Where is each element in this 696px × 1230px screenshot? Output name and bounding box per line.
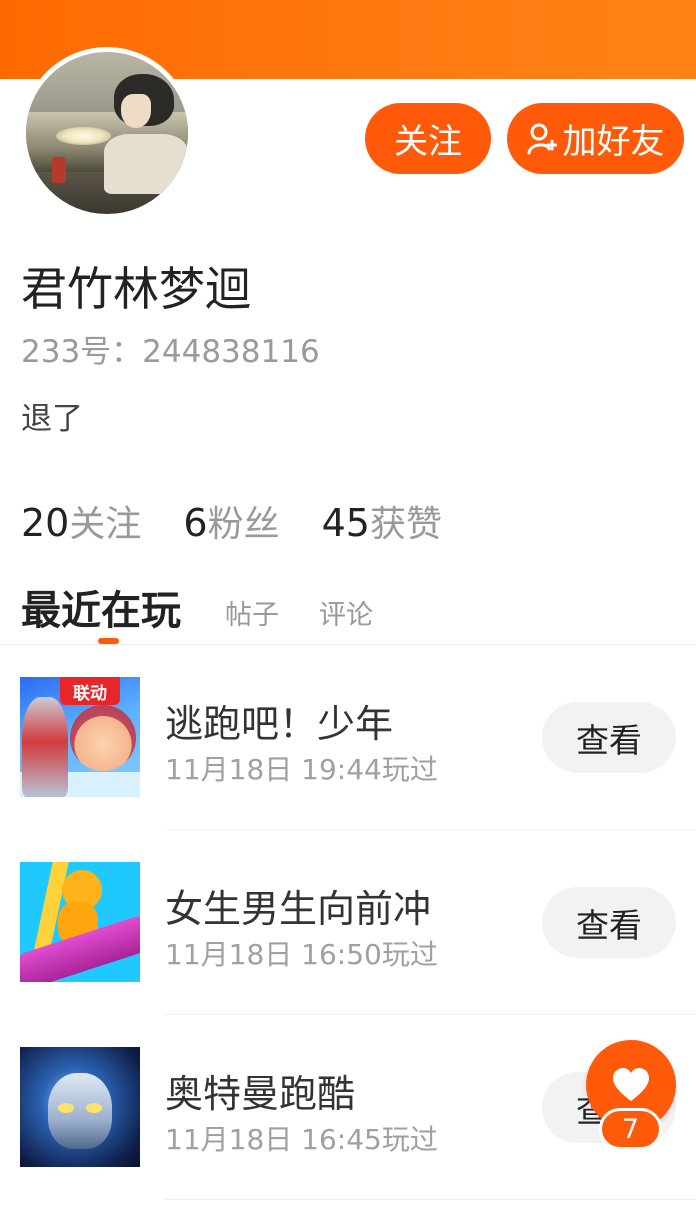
game-icon — [20, 862, 140, 982]
list-item[interactable]: 女生男生向前冲 11月18日 16:50玩过 查看 — [0, 830, 696, 1015]
game-title: 逃跑吧！少年 — [165, 702, 394, 746]
game-played-time: 11月18日 19:44玩过 — [165, 753, 438, 786]
tab-posts[interactable]: 帖子 — [225, 593, 279, 632]
like-count-badge: 7 — [599, 1108, 662, 1150]
stat-number: 45 — [321, 501, 370, 545]
view-button[interactable]: 查看 — [542, 702, 676, 773]
stat-likes[interactable]: 45 获赞 — [322, 495, 442, 547]
tab-recently-played[interactable]: 最近在玩 — [21, 578, 181, 636]
add-friend-button[interactable]: 加好友 — [507, 103, 684, 174]
tab-bar: 最近在玩 帖子 评论 — [21, 578, 413, 636]
game-badge: 联动 — [60, 677, 120, 705]
stat-label: 粉丝 — [207, 504, 280, 545]
stat-following[interactable]: 20 关注 — [21, 495, 141, 547]
follow-button-label: 关注 — [394, 122, 462, 162]
avatar[interactable] — [21, 47, 193, 219]
stats-bar: 20 关注 6 粉丝 45 获赞 — [21, 495, 484, 547]
game-title: 奥特曼跑酷 — [165, 1072, 356, 1116]
game-list: 联动 逃跑吧！少年 11月18日 19:44玩过 查看 女生男生向前冲 11月1… — [0, 645, 696, 1200]
stat-followers[interactable]: 6 粉丝 — [183, 495, 279, 547]
list-item[interactable]: 联动 逃跑吧！少年 11月18日 19:44玩过 查看 — [0, 645, 696, 830]
stat-number: 20 — [21, 501, 70, 545]
stat-label: 获赞 — [369, 504, 442, 545]
heart-icon — [613, 1068, 649, 1101]
game-icon — [20, 1047, 140, 1167]
view-button[interactable]: 查看 — [542, 887, 676, 958]
username: 君竹林梦迴 — [21, 262, 251, 316]
divider — [165, 1199, 696, 1200]
bio: 退了 — [21, 401, 83, 437]
account-id: 233号：244838116 — [21, 334, 320, 370]
game-icon: 联动 — [20, 677, 140, 797]
game-title: 女生男生向前冲 — [165, 887, 432, 931]
stat-label: 关注 — [69, 504, 142, 545]
avatar-image — [26, 52, 188, 214]
add-user-icon — [527, 123, 557, 154]
stat-number: 6 — [183, 501, 208, 545]
tab-comments[interactable]: 评论 — [319, 593, 373, 632]
add-friend-button-label: 加好友 — [562, 122, 665, 162]
game-played-time: 11月18日 16:50玩过 — [165, 938, 438, 971]
game-played-time: 11月18日 16:45玩过 — [165, 1123, 438, 1156]
follow-button[interactable]: 关注 — [365, 103, 491, 174]
